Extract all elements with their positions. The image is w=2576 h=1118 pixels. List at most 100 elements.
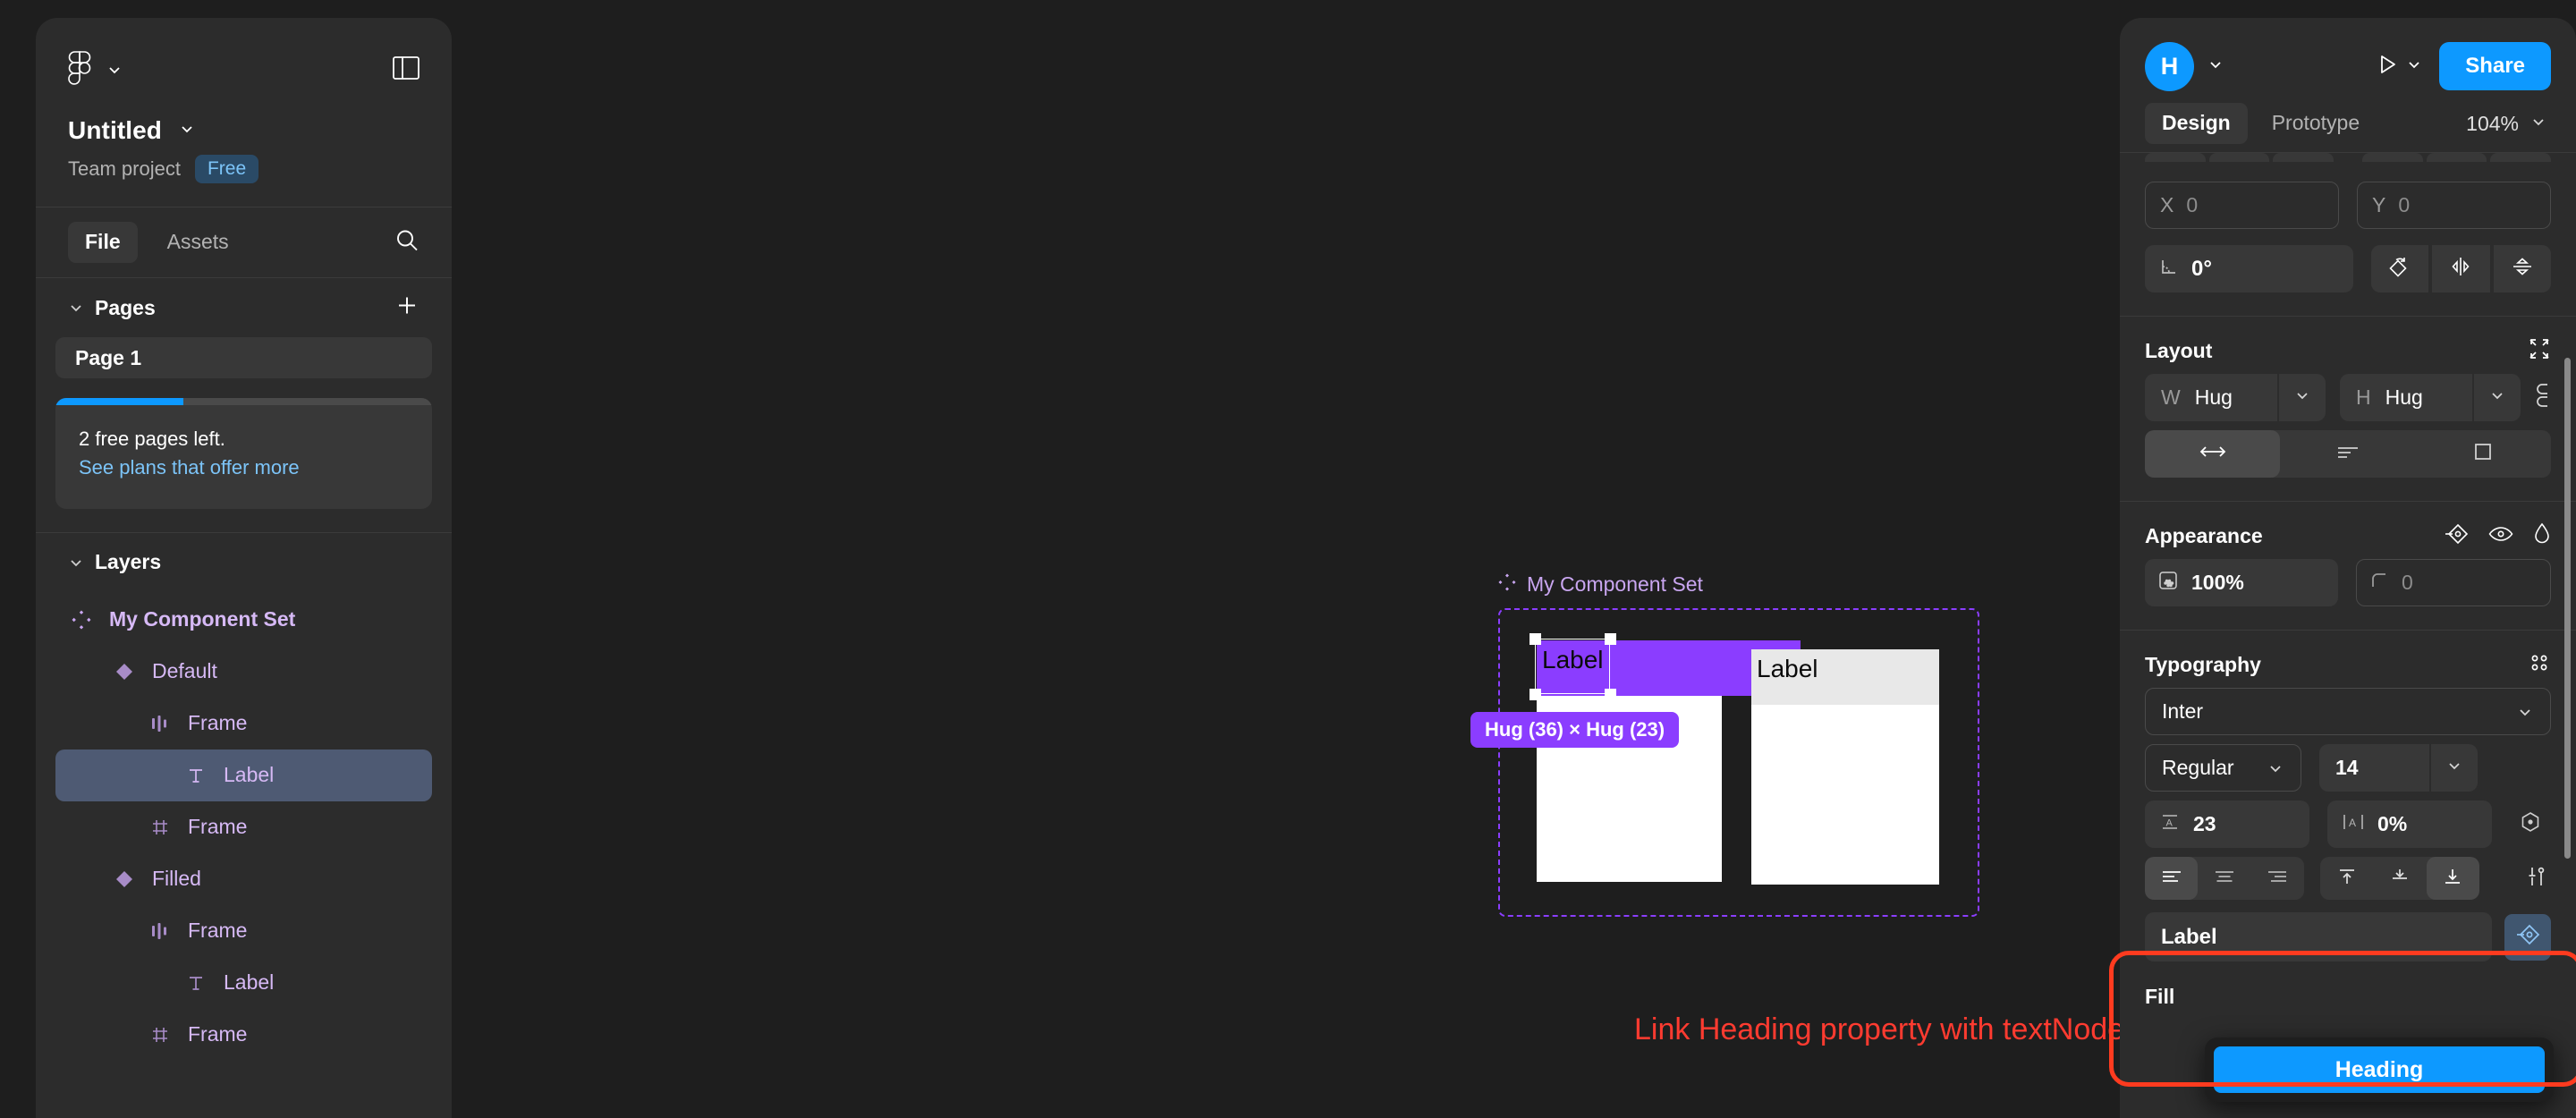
- tab-file[interactable]: File: [68, 222, 138, 263]
- apply-property-button[interactable]: [2504, 913, 2551, 961]
- align-left-button[interactable]: [2145, 153, 2206, 162]
- chevron-down-icon: [178, 120, 196, 142]
- layer-row-frame-auto-1[interactable]: Frame: [55, 698, 432, 750]
- sidebar-search-button[interactable]: [394, 228, 419, 258]
- chevron-down-icon[interactable]: [2207, 55, 2224, 78]
- chevron-down-icon[interactable]: [68, 300, 84, 316]
- type-options-button[interactable]: [2524, 865, 2551, 893]
- layout-title: Layout: [2145, 338, 2213, 362]
- opacity-icon: [2157, 570, 2179, 596]
- align-center-button[interactable]: [2198, 857, 2250, 900]
- selection-bounding-box[interactable]: [1530, 633, 1616, 700]
- chevron-down-icon[interactable]: [68, 555, 84, 571]
- plan-badge[interactable]: Free: [194, 155, 259, 184]
- resize-horizontal-button[interactable]: [2145, 430, 2281, 478]
- align-top-button[interactable]: [2320, 857, 2373, 900]
- line-height-input[interactable]: A 23: [2145, 800, 2309, 848]
- resize-handle-top-left[interactable]: [1530, 633, 1541, 645]
- figma-app-window: Untitled Team project Free File Assets P…: [0, 0, 2576, 1118]
- avatar[interactable]: H: [2145, 41, 2194, 91]
- see-plans-link[interactable]: See plans that offer more: [79, 453, 409, 482]
- right-panel-body: X 0 Y 0 0° Layout W Hug H Hug Appearance…: [2120, 153, 2576, 1009]
- x-position-input[interactable]: X 0: [2145, 182, 2339, 229]
- component-set-icon: [1498, 573, 1516, 596]
- figma-menu-button[interactable]: [68, 50, 123, 89]
- collapse-icon[interactable]: [2528, 337, 2551, 365]
- add-page-button[interactable]: [394, 293, 419, 323]
- align-horizontal-center-button[interactable]: [2208, 153, 2270, 162]
- align-bottom-button[interactable]: [2426, 857, 2479, 900]
- dropdown-option-heading[interactable]: Heading: [2214, 1046, 2545, 1093]
- align-top-button[interactable]: [2362, 153, 2423, 162]
- page-item-page-1[interactable]: Page 1: [55, 337, 432, 379]
- layer-row-filled[interactable]: Filled: [55, 853, 432, 905]
- right-panel-header: H Share Design Prototype 104%: [2120, 18, 2576, 152]
- present-button[interactable]: [2373, 51, 2400, 82]
- flip-horizontal-button[interactable]: [2432, 245, 2490, 292]
- type-detail-button[interactable]: [2510, 810, 2551, 838]
- file-name-row[interactable]: Untitled: [68, 116, 419, 145]
- type-settings-icon[interactable]: [2528, 651, 2551, 679]
- align-middle-button[interactable]: [2373, 857, 2426, 900]
- tab-design[interactable]: Design: [2145, 103, 2248, 144]
- width-mode-dropdown[interactable]: [2279, 374, 2326, 421]
- align-right-button[interactable]: [2273, 153, 2334, 162]
- apply-style-icon[interactable]: [2444, 523, 2469, 549]
- layer-row-frame-grid-1[interactable]: Frame: [55, 801, 432, 853]
- y-position-input[interactable]: Y 0: [2357, 182, 2551, 229]
- rotation-input[interactable]: 0°: [2145, 245, 2353, 292]
- font-size-input[interactable]: 14: [2319, 744, 2429, 792]
- layer-row-default[interactable]: Default: [55, 646, 432, 698]
- align-vertical-center-button[interactable]: [2426, 153, 2487, 162]
- height-input[interactable]: H Hug: [2340, 374, 2472, 421]
- blend-mode-icon[interactable]: [2533, 522, 2551, 550]
- visibility-icon[interactable]: [2488, 524, 2513, 548]
- tab-prototype[interactable]: Prototype: [2255, 103, 2377, 144]
- rotate-button[interactable]: [2371, 245, 2429, 292]
- layer-row-frame-auto-2[interactable]: Frame: [55, 905, 432, 957]
- resize-handle-bottom-right[interactable]: [1605, 689, 1616, 700]
- design-canvas[interactable]: My Component Set Label Label Hug (36) × …: [452, 0, 2364, 1118]
- height-mode-dropdown[interactable]: [2474, 374, 2521, 421]
- zoom-selector[interactable]: 104%: [2466, 112, 2551, 136]
- tab-assets[interactable]: Assets: [150, 222, 246, 263]
- resize-handle-bottom-left[interactable]: [1530, 689, 1541, 700]
- resize-handle-top-right[interactable]: [1605, 633, 1616, 645]
- variant-filled-header[interactable]: Label: [1751, 649, 1939, 705]
- square-icon: [2472, 441, 2494, 467]
- right-panel-scrollbar[interactable]: [2564, 358, 2571, 859]
- corner-radius-input[interactable]: 0: [2356, 559, 2551, 606]
- clip-content-button[interactable]: [2416, 430, 2551, 478]
- height-value: Hug: [2385, 385, 2423, 409]
- font-size-dropdown[interactable]: [2431, 744, 2478, 792]
- flip-vertical-icon: [2511, 255, 2534, 283]
- link-sizes-button[interactable]: [2535, 382, 2560, 413]
- layout-mode-row: [2120, 421, 2576, 478]
- layer-row-my-component-set[interactable]: My Component Set: [55, 594, 432, 646]
- align-bottom-button[interactable]: [2490, 153, 2551, 162]
- font-family-select[interactable]: Inter: [2145, 688, 2551, 735]
- layers-label: Layers: [95, 550, 162, 574]
- font-weight-select[interactable]: Regular: [2145, 744, 2301, 792]
- layer-label: Frame: [188, 711, 248, 735]
- rotation-value: 0°: [2191, 256, 2212, 281]
- free-pages-count-text: 2 free pages left.: [79, 428, 225, 451]
- variant-filled[interactable]: Label: [1751, 649, 1939, 885]
- present-options-caret-icon[interactable]: [2405, 55, 2423, 78]
- layer-row-label-2[interactable]: Label: [55, 957, 432, 1009]
- flip-vertical-button[interactable]: [2493, 245, 2551, 292]
- text-align-left-button[interactable]: [2280, 430, 2415, 478]
- content-property-input[interactable]: Label: [2145, 912, 2492, 961]
- opacity-input[interactable]: 100%: [2145, 559, 2338, 606]
- letter-spacing-input[interactable]: A 0%: [2327, 800, 2492, 848]
- share-button[interactable]: Share: [2439, 42, 2551, 90]
- align-left-button[interactable]: [2145, 857, 2199, 900]
- layer-row-frame-grid-2[interactable]: Frame: [55, 1009, 432, 1061]
- panel-toggle-button[interactable]: [393, 55, 419, 84]
- right-properties-panel: H Share Design Prototype 104% X 0 Y 0 0°…: [2120, 18, 2576, 1118]
- component-set-title[interactable]: My Component Set: [1498, 572, 1703, 597]
- align-right-button[interactable]: [2251, 857, 2304, 900]
- chevron-down-icon: [106, 61, 123, 79]
- width-input[interactable]: W Hug: [2145, 374, 2277, 421]
- layer-row-label-selected[interactable]: Label: [55, 749, 432, 801]
